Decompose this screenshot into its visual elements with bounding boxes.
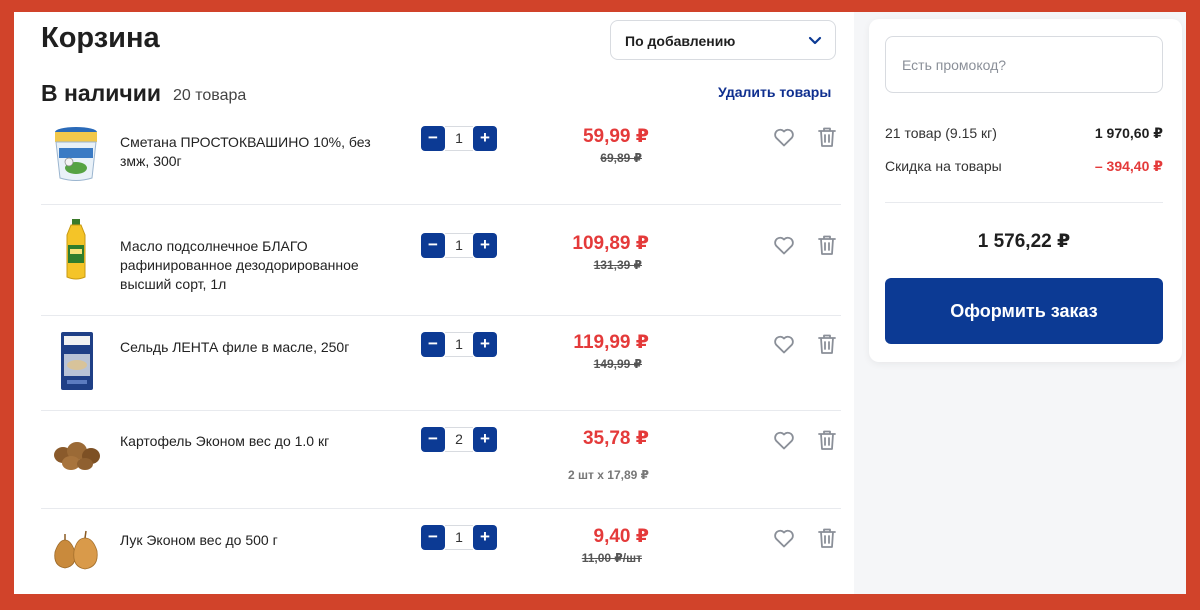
page-title: Корзина	[41, 22, 160, 54]
item-unit-price: 2 шт x 17,89 ₽	[568, 468, 649, 482]
cart-item: Масло подсолнечное БЛАГО рафинированное …	[41, 217, 841, 317]
decrease-button[interactable]: −	[421, 332, 445, 357]
sort-dropdown[interactable]: По добавлению	[610, 20, 836, 60]
item-name[interactable]: Лук Эконом вес до 500 г	[120, 531, 395, 550]
item-price: 9,40 ₽	[593, 526, 649, 547]
chevron-down-icon	[808, 36, 822, 45]
decrease-button[interactable]: −	[421, 427, 445, 452]
row-divider	[41, 315, 841, 316]
section-count: 20 товара	[173, 87, 247, 104]
item-price: 59,99 ₽	[582, 126, 649, 147]
cart-item: Сельдь ЛЕНТА филе в масле, 250г − 1 + 11…	[41, 328, 841, 412]
items-total-value: 1 970,60 ₽	[1094, 125, 1163, 141]
item-price: 109,89 ₽	[572, 233, 649, 254]
item-old-price: 131,39 ₽	[593, 258, 642, 272]
item-name[interactable]: Масло подсолнечное БЛАГО рафинированное …	[120, 237, 395, 294]
order-summary: 21 товар (9.15 кг) 1 970,60 ₽ Скидка на …	[869, 19, 1182, 362]
page-frame: Корзина По добавлению В наличии 20 товар…	[14, 12, 1186, 594]
item-price: 119,99 ₽	[573, 332, 649, 353]
item-old-price: 149,99 ₽	[593, 357, 642, 371]
trash-icon[interactable]	[815, 332, 839, 356]
checkout-button[interactable]: Оформить заказ	[885, 278, 1163, 344]
trash-icon[interactable]	[815, 526, 839, 550]
quantity-value[interactable]: 2	[445, 427, 473, 452]
cart-item: Картофель Эконом вес до 1.0 кг − 2 + 35,…	[41, 424, 841, 509]
heart-icon[interactable]	[772, 233, 796, 257]
potatoes-image	[54, 442, 100, 470]
cart-item: Сметана ПРОСТОКВАШИНО 10%, без змж, 300г…	[41, 120, 841, 206]
quantity-stepper: − 1 +	[421, 332, 497, 357]
item-old-price: 69,89 ₽	[600, 151, 642, 165]
order-total: 1 576,22 ₽	[977, 231, 1071, 252]
items-total-label: 21 товар (9.15 кг)	[885, 125, 997, 141]
row-divider	[41, 508, 841, 509]
decrease-button[interactable]: −	[421, 233, 445, 258]
quantity-stepper: − 1 +	[421, 233, 497, 258]
quantity-stepper: − 2 +	[421, 427, 497, 452]
trash-icon[interactable]	[815, 233, 839, 257]
item-old-price: 11,00 ₽/шт	[581, 551, 642, 565]
remove-items-link[interactable]: Удалить товары	[718, 84, 831, 100]
item-name[interactable]: Картофель Эконом вес до 1.0 кг	[120, 432, 395, 451]
onions-image	[54, 530, 98, 570]
decrease-button[interactable]: −	[421, 525, 445, 550]
summary-divider	[885, 202, 1163, 203]
section-title: В наличии	[41, 80, 162, 106]
herring-pack-image	[61, 332, 93, 390]
trash-icon[interactable]	[815, 125, 839, 149]
quantity-value[interactable]: 1	[445, 525, 473, 550]
decrease-button[interactable]: −	[421, 126, 445, 151]
cart-item: Лук Эконом вес до 500 г − 1 + 9,40 ₽ 11,…	[41, 522, 841, 594]
sort-label: По добавлению	[625, 33, 736, 49]
quantity-value[interactable]: 1	[445, 332, 473, 357]
trash-icon[interactable]	[815, 428, 839, 452]
quantity-stepper: − 1 +	[421, 126, 497, 151]
sour-cream-image	[55, 127, 97, 181]
discount-label: Скидка на товары	[885, 158, 1002, 174]
quantity-value[interactable]: 1	[445, 233, 473, 258]
item-name[interactable]: Сметана ПРОСТОКВАШИНО 10%, без змж, 300г	[120, 133, 395, 171]
promo-code-input[interactable]	[885, 36, 1163, 93]
quantity-value[interactable]: 1	[445, 126, 473, 151]
oil-bottle-image	[66, 219, 86, 280]
item-price: 35,78 ₽	[582, 428, 649, 449]
heart-icon[interactable]	[772, 332, 796, 356]
cart-main: Корзина По добавлению В наличии 20 товар…	[14, 12, 854, 594]
row-divider	[41, 204, 841, 205]
item-name[interactable]: Сельдь ЛЕНТА филе в масле, 250г	[120, 338, 395, 357]
heart-icon[interactable]	[772, 428, 796, 452]
heart-icon[interactable]	[772, 526, 796, 550]
quantity-stepper: − 1 +	[421, 525, 497, 550]
heart-icon[interactable]	[772, 125, 796, 149]
discount-value: – 394,40 ₽	[1094, 158, 1163, 174]
row-divider	[41, 410, 841, 411]
